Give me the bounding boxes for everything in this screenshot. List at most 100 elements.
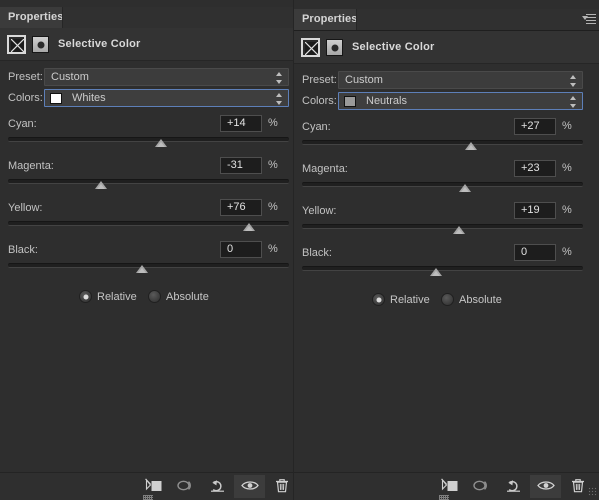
yellow-slider-thumb-left[interactable] [243,223,255,231]
black-value-left: 0 [227,243,234,255]
header-divider-left [0,60,293,61]
view-previous-state-icon [176,478,195,495]
colors-dropdown-right-value: Neutrals [366,95,407,107]
yellow-unit-left: % [268,201,278,213]
delete-layer-button-left[interactable] [266,475,293,498]
magenta-value-field-left[interactable]: -31 [220,157,262,174]
selective-color-glyph [305,42,318,55]
properties-panel-left: Properties Selective Color Preset: Custo… [0,0,293,500]
radio-relative-left[interactable] [79,290,92,303]
cyan-slider-track-left[interactable] [8,137,289,142]
reset-icon [209,478,227,496]
cyan-unit-left: % [268,117,278,129]
colors-dropdown-right[interactable]: Neutrals [338,92,583,110]
cyan-value-field-right[interactable]: +27 [514,118,556,135]
selective-color-icon[interactable] [7,35,26,54]
cyan-label-left: Cyan: [8,118,37,130]
cyan-slider-thumb-right[interactable] [465,142,477,150]
cyan-value-left: +14 [227,117,246,129]
black-slider-track-left[interactable] [8,263,289,268]
preset-label-left: Preset: [8,71,43,83]
panel-bottom-toolbar-right [294,472,599,500]
yellow-value-field-left[interactable]: +76 [220,199,262,216]
selective-color-icon[interactable] [301,38,320,57]
panel-bottom-toolbar-left [0,472,293,500]
magenta-slider-thumb-right[interactable] [459,184,471,192]
yellow-value-right: +19 [521,204,540,216]
black-slider-thumb-right[interactable] [430,268,442,276]
black-slider-thumb-left[interactable] [136,265,148,273]
magenta-slider-track-right[interactable] [302,182,583,187]
yellow-label-left: Yellow: [8,202,43,214]
yellow-slider-track-right[interactable] [302,224,583,229]
cyan-slider-track-right[interactable] [302,140,583,145]
magenta-slider-track-left[interactable] [8,179,289,184]
cyan-slider-thumb-left[interactable] [155,139,167,147]
toggle-visibility-button-left[interactable] [234,475,265,498]
selective-color-glyph [11,39,24,52]
panel-grip-left[interactable] [143,495,153,500]
panel-menu-icon[interactable] [582,14,596,25]
mask-dot [331,44,338,51]
clip-to-layer-icon [440,477,459,496]
magenta-unit-left: % [268,159,278,171]
color-swatch-whites [50,93,62,104]
radio-absolute-left-label: Absolute [166,291,209,303]
black-label-right: Black: [302,247,332,259]
reset-button-right[interactable] [498,475,529,498]
cyan-value-field-left[interactable]: +14 [220,115,262,132]
magenta-value-left: -31 [227,159,243,171]
color-swatch-neutrals [344,96,356,107]
preset-dropdown-right-value: Custom [345,74,383,86]
eye-icon [536,479,555,495]
black-value-field-left[interactable]: 0 [220,241,262,258]
layer-mask-thumbnail[interactable] [326,39,343,56]
yellow-value-left: +76 [227,201,246,213]
magenta-label-left: Magenta: [8,160,54,172]
toggle-visibility-button-right[interactable] [530,475,561,498]
magenta-value-field-right[interactable]: +23 [514,160,556,177]
magenta-value-right: +23 [521,162,540,174]
view-previous-state-button-left[interactable] [170,475,201,498]
adjustment-title-right: Selective Color [352,41,435,53]
black-value-right: 0 [521,246,528,258]
tab-properties-right-label: Properties [302,13,358,25]
radio-absolute-right[interactable] [441,293,454,306]
panel-tabbar-right: Properties [294,9,599,31]
view-previous-state-button-right[interactable] [466,475,497,498]
black-slider-track-right[interactable] [302,266,583,271]
magenta-slider-thumb-left[interactable] [95,181,107,189]
radio-relative-right-label: Relative [390,294,430,306]
resize-grip-icon[interactable] [588,487,597,496]
black-value-field-right[interactable]: 0 [514,244,556,261]
black-unit-left: % [268,243,278,255]
header-divider-right [294,63,599,64]
magenta-unit-right: % [562,162,572,174]
properties-panels-root: ◄◄ ◄◄ ✕ Properties [0,0,599,500]
reset-icon [505,478,523,496]
preset-label-right: Preset: [302,74,337,86]
radio-relative-left-label: Relative [97,291,137,303]
yellow-slider-thumb-right[interactable] [453,226,465,234]
cyan-label-right: Cyan: [302,121,331,133]
black-label-left: Black: [8,244,38,256]
colors-dropdown-left-value: Whites [72,92,106,104]
adjustment-title-left: Selective Color [58,38,141,50]
properties-panel-right: Properties Selective Color Preset: Custo… [293,0,599,500]
yellow-value-field-right[interactable]: +19 [514,202,556,219]
panel-grip-right[interactable] [439,495,449,500]
black-unit-right: % [562,246,572,258]
tab-properties-left-label: Properties [8,11,64,23]
reset-button-left[interactable] [202,475,233,498]
preset-dropdown-right[interactable]: Custom [338,71,583,89]
layer-mask-thumbnail[interactable] [32,36,49,53]
preset-dropdown-left[interactable]: Custom [44,68,289,86]
eye-icon [240,479,259,495]
radio-relative-right[interactable] [372,293,385,306]
cyan-value-right: +27 [521,120,540,132]
radio-absolute-left[interactable] [148,290,161,303]
panel-tabbar-left: Properties [0,7,293,29]
adjustment-header-right: Selective Color [294,31,599,64]
colors-dropdown-left[interactable]: Whites [44,89,289,107]
cyan-unit-right: % [562,120,572,132]
